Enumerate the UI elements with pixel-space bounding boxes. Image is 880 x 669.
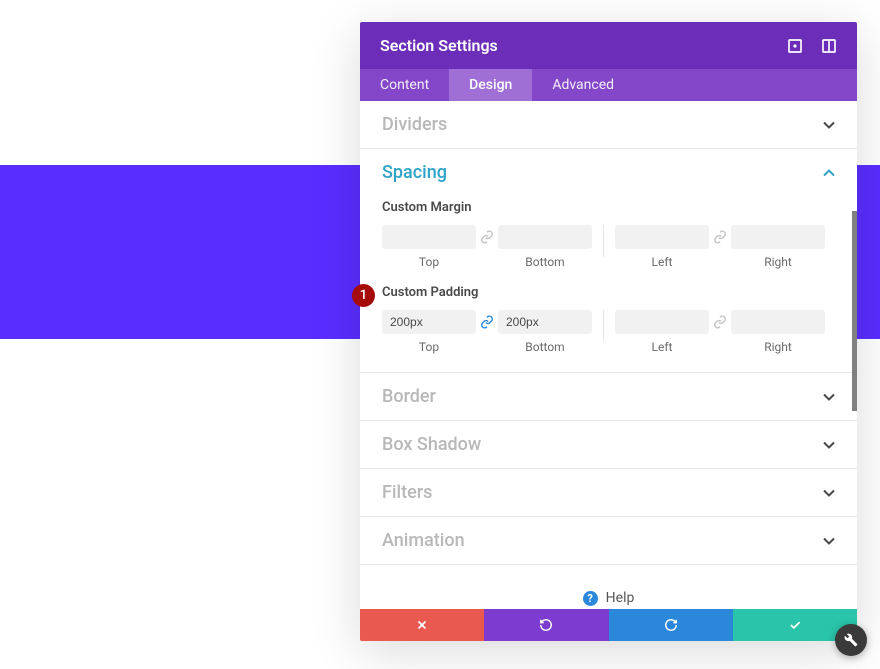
accordion-title: Spacing	[382, 162, 447, 183]
floating-settings-button[interactable]	[835, 624, 867, 656]
accordion-header-dividers[interactable]: Dividers	[360, 101, 857, 148]
tab-design[interactable]: Design	[449, 69, 532, 101]
focus-icon[interactable]	[787, 38, 803, 54]
chevron-down-icon	[823, 535, 835, 547]
link-icon[interactable]	[476, 225, 498, 249]
page-title: Section Settings	[380, 36, 498, 55]
vertical-separator	[603, 310, 604, 342]
spacing-content: Custom Margin Top Bottom	[360, 200, 857, 372]
chevron-down-icon	[823, 391, 835, 403]
padding-top-cell: Top	[382, 310, 476, 354]
link-icon[interactable]	[709, 225, 731, 249]
accordion-title: Border	[382, 386, 436, 407]
margin-right-input[interactable]	[731, 225, 825, 249]
accordion-title: Dividers	[382, 114, 447, 135]
link-icon[interactable]	[709, 310, 731, 334]
label-left: Left	[652, 340, 673, 354]
help-label: Help	[606, 590, 635, 606]
panel-footer	[360, 609, 857, 641]
chevron-down-icon	[823, 119, 835, 131]
accordion-box-shadow: Box Shadow	[360, 421, 857, 469]
label-left: Left	[652, 255, 673, 269]
margin-bottom-cell: Bottom	[498, 225, 592, 269]
accordion-header-border[interactable]: Border	[360, 373, 857, 420]
padding-grid: Top Bottom Left	[382, 310, 835, 354]
tab-advanced[interactable]: Advanced	[532, 69, 634, 101]
custom-margin-label: Custom Margin	[382, 200, 835, 215]
padding-bottom-cell: Bottom	[498, 310, 592, 354]
header-actions	[787, 38, 837, 54]
padding-top-input[interactable]	[382, 310, 476, 334]
cancel-button[interactable]	[360, 609, 484, 641]
label-top: Top	[419, 340, 439, 354]
columns-icon[interactable]	[821, 38, 837, 54]
accordion-header-box-shadow[interactable]: Box Shadow	[360, 421, 857, 468]
accordion-header-filters[interactable]: Filters	[360, 469, 857, 516]
help-icon: ?	[583, 591, 598, 606]
panel-header: Section Settings	[360, 22, 857, 69]
margin-grid: Top Bottom Left	[382, 225, 835, 269]
accordion-title: Animation	[382, 530, 465, 551]
margin-right-cell: Right	[731, 225, 825, 269]
padding-right-cell: Right	[731, 310, 825, 354]
accordion-dividers: Dividers	[360, 101, 857, 149]
link-icon[interactable]	[476, 310, 498, 334]
accordion-filters: Filters	[360, 469, 857, 517]
accordion-header-animation[interactable]: Animation	[360, 517, 857, 564]
step-marker-badge: 1	[352, 284, 375, 307]
padding-left-input[interactable]	[615, 310, 709, 334]
chevron-down-icon	[823, 487, 835, 499]
accordion-spacing: Spacing Custom Margin Top	[360, 149, 857, 373]
custom-padding-label: Custom Padding	[382, 285, 835, 300]
label-right: Right	[764, 255, 792, 269]
undo-button[interactable]	[484, 609, 608, 641]
accordion-title: Box Shadow	[382, 434, 481, 455]
padding-left-cell: Left	[615, 310, 709, 354]
section-settings-panel: Section Settings Content Design Advanced…	[360, 22, 857, 641]
chevron-down-icon	[823, 439, 835, 451]
label-bottom: Bottom	[525, 255, 564, 269]
padding-bottom-input[interactable]	[498, 310, 592, 334]
padding-right-input[interactable]	[731, 310, 825, 334]
label-bottom: Bottom	[525, 340, 564, 354]
label-top: Top	[419, 255, 439, 269]
margin-top-cell: Top	[382, 225, 476, 269]
tab-content[interactable]: Content	[360, 69, 449, 101]
margin-bottom-input[interactable]	[498, 225, 592, 249]
margin-top-input[interactable]	[382, 225, 476, 249]
margin-left-input[interactable]	[615, 225, 709, 249]
help-row[interactable]: ? Help	[360, 565, 857, 609]
accordion-animation: Animation	[360, 517, 857, 565]
chevron-up-icon	[823, 167, 835, 179]
redo-button[interactable]	[609, 609, 733, 641]
scrollbar[interactable]	[852, 211, 857, 411]
accordion-border: Border	[360, 373, 857, 421]
panel-body: Dividers Spacing Custom Margin Top	[360, 101, 857, 609]
accordion-title: Filters	[382, 482, 432, 503]
accordion-header-spacing[interactable]: Spacing	[360, 149, 857, 196]
vertical-separator	[603, 225, 604, 257]
margin-left-cell: Left	[615, 225, 709, 269]
tabs-row: Content Design Advanced	[360, 69, 857, 101]
label-right: Right	[764, 340, 792, 354]
